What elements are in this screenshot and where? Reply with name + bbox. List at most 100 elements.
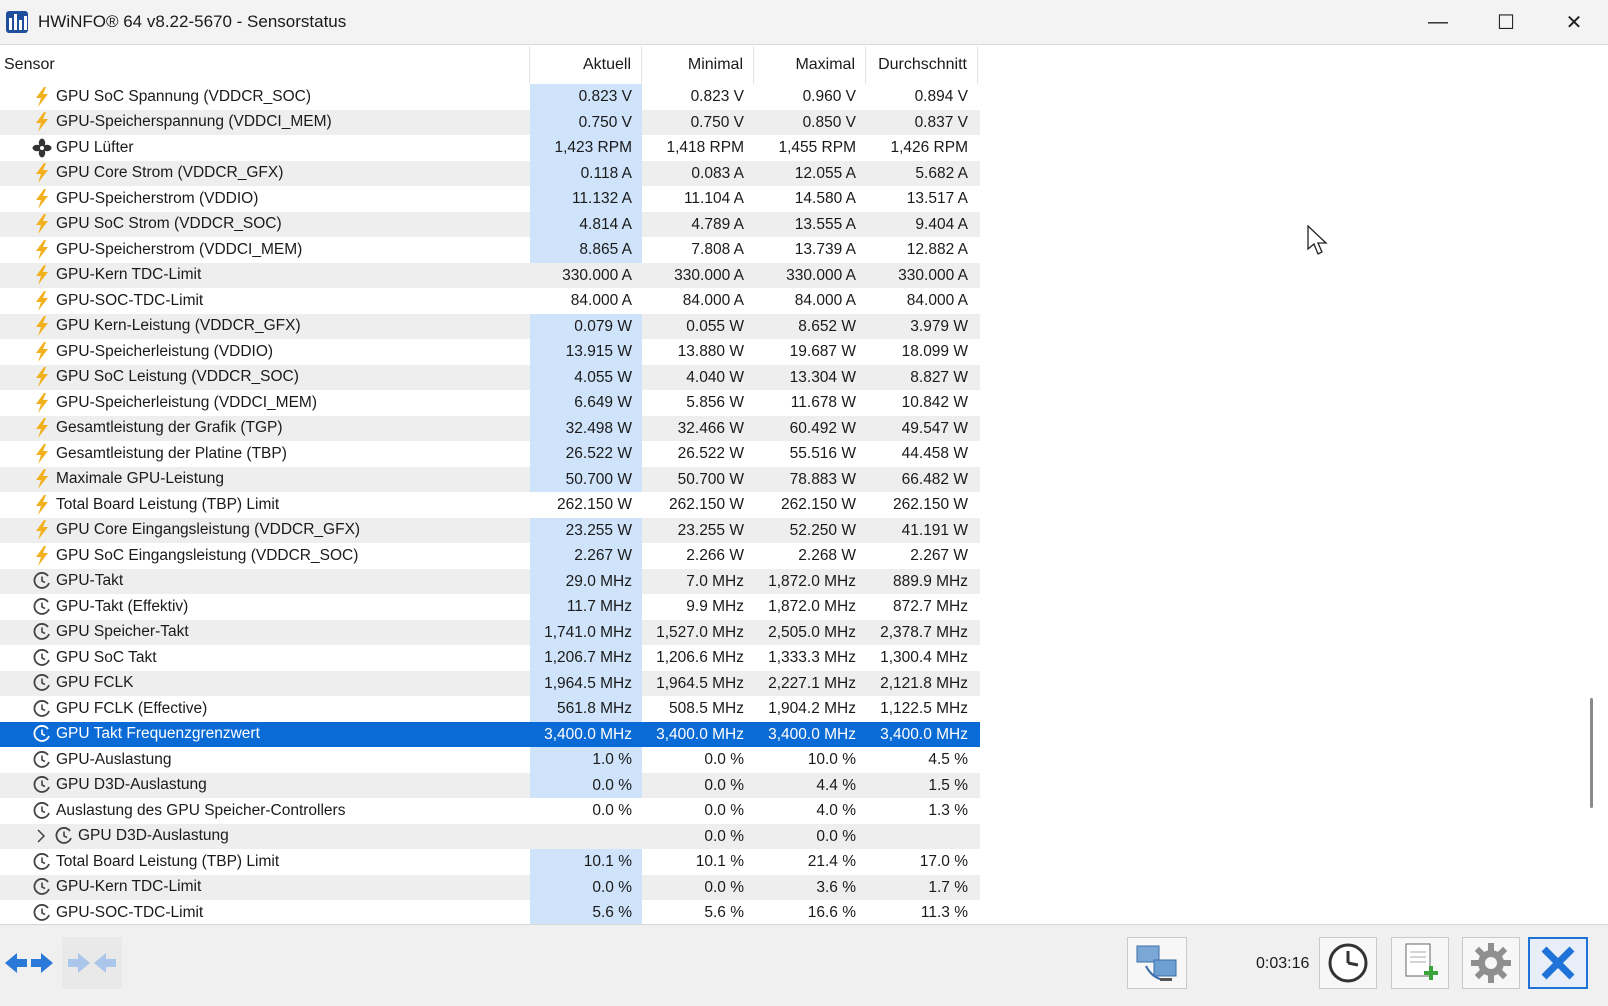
sensor-label: GPU-Takt (Effektiv) — [56, 597, 189, 615]
sensor-table[interactable]: Sensor Aktuell Minimal Maximal Durchschn… — [0, 46, 1576, 924]
minimum-value: 32.466 W — [677, 419, 744, 437]
current-value: 0.823 V — [530, 84, 642, 110]
average-value: 1,426 RPM — [890, 139, 968, 156]
table-row[interactable]: GPU SoC Strom (VDDCR_SOC) 4.814 A 4.789 A 1… — [0, 211, 980, 237]
sensor-label: GPU-SOC-TDC-Limit — [56, 291, 204, 309]
table-row[interactable]: GPU-Auslastung 1.0 % 0.0 % 10.0 % 4.5 % — [0, 747, 980, 773]
table-row[interactable]: GPU SoC Eingangsleistung (VDDCR_SOC) 2.26… — [0, 543, 980, 569]
table-row[interactable]: GPU-Takt (Effektiv) 11.7 MHz 9.9 MHz 1,872.… — [0, 594, 980, 620]
current-value: 0.750 V — [530, 109, 642, 135]
table-row[interactable]: GPU-Kern TDC-Limit 0.0 % 0.0 % 3.6 % 1.7 % — [0, 874, 980, 900]
minimum-value: 11.104 A — [683, 190, 744, 207]
sensor-name-cell: GPU SoC Spannung (VDDCR_SOC) — [0, 86, 530, 107]
sensor-name-cell: GPU-Auslastung — [0, 750, 530, 770]
column-header-minimum[interactable]: Minimal — [642, 46, 754, 84]
current-value: 561.8 MHz — [530, 696, 642, 722]
table-row[interactable]: Gesamtleistung der Grafik (TGP) 32.498 W 3… — [0, 415, 980, 441]
maximum-value: 19.687 W — [789, 343, 856, 360]
sensor-name-cell: GPU-SOC-TDC-Limit — [0, 290, 530, 311]
current-value: 50.700 W — [530, 466, 642, 492]
column-header-maximum[interactable]: Maximal — [754, 46, 866, 84]
current-value: 29.0 MHz — [530, 568, 642, 594]
table-row[interactable]: GPU Speicher-Takt 1,741.0 MHz 1,527.0 MHz 2… — [0, 619, 980, 645]
table-row[interactable]: GPU-Speicherstrom (VDDIO) 11.132 A 11.104 … — [0, 186, 980, 212]
table-row[interactable]: GPU-Speicherstrom (VDDCI_MEM) 8.865 A 7.80… — [0, 237, 980, 263]
minimum-value: 0.0 % — [704, 751, 744, 768]
average-value: 889.9 MHz — [893, 572, 968, 590]
expand-chevron-icon[interactable] — [32, 829, 50, 843]
table-row[interactable]: GPU SoC Leistung (VDDCR_SOC) 4.055 W 4.040… — [0, 364, 980, 390]
current-value: 5.6 % — [530, 900, 642, 924]
table-row[interactable]: GPU Takt Frequenzgrenzwert 3,400.0 MHz 3,4… — [0, 721, 980, 747]
sensor-name-cell: Auslastung des GPU Speicher-Controllers — [0, 801, 530, 821]
table-row[interactable]: GPU-SOC-TDC-Limit 5.6 % 5.6 % 16.6 % 11.3 % — [0, 900, 980, 924]
table-row[interactable]: Total Board Leistung (TBP) Limit 262.150 … — [0, 492, 980, 518]
minimum-value: 2.266 W — [686, 547, 744, 564]
sensor-name-cell: GPU-Kern TDC-Limit — [0, 265, 530, 286]
table-row[interactable]: GPU-Kern TDC-Limit 330.000 A 330.000 A 330.… — [0, 262, 980, 288]
current-value: 84.000 A — [570, 292, 632, 309]
clock-icon — [32, 903, 52, 923]
navigate-arrows-button[interactable] — [2, 937, 56, 989]
gear-icon — [1471, 943, 1511, 983]
scrollbar-thumb[interactable] — [1590, 698, 1593, 808]
table-row[interactable]: GPU D3D-Auslastung 0.0 % 0.0 % — [0, 823, 980, 850]
table-row[interactable]: Maximale GPU-Leistung 50.700 W 50.700 W 78.… — [0, 466, 980, 492]
table-row[interactable]: GPU-Speicherleistung (VDDIO) 13.915 W 13.8… — [0, 339, 980, 365]
average-value: 41.191 W — [901, 521, 968, 539]
table-row[interactable]: Auslastung des GPU Speicher-Controllers 0… — [0, 798, 980, 824]
maximum-value: 13.304 W — [789, 368, 856, 386]
table-row[interactable]: GPU SoC Takt 1,206.7 MHz 1,206.6 MHz 1,333.… — [0, 645, 980, 671]
minimum-value: 262.150 W — [669, 496, 744, 513]
sensor-name-cell: GPU SoC Leistung (VDDCR_SOC) — [0, 367, 530, 388]
table-row[interactable]: GPU SoC Spannung (VDDCR_SOC) 0.823 V 0.823… — [0, 84, 980, 110]
maximize-button[interactable]: ☐ — [1472, 0, 1540, 44]
table-row[interactable]: GPU FCLK (Effective) 561.8 MHz 508.5 MHz 1,… — [0, 696, 980, 722]
average-value: 1.5 % — [928, 776, 968, 794]
minimum-value: 0.0 % — [704, 802, 744, 819]
sensor-name-cell: GPU FCLK (Effective) — [0, 699, 530, 719]
average-value: 0.837 V — [914, 113, 968, 131]
table-row[interactable]: GPU-Speicherleistung (VDDCI_MEM) 6.649 W 5… — [0, 390, 980, 416]
table-row[interactable]: GPU Core Eingangsleistung (VDDCR_GFX) 23.… — [0, 517, 980, 543]
elapsed-timer: 0:03:16 — [1256, 955, 1310, 972]
minimize-button[interactable]: — — [1404, 0, 1472, 44]
table-row[interactable]: GPU-Takt 29.0 MHz 7.0 MHz 1,872.0 MHz 889.9 … — [0, 568, 980, 594]
close-window-button[interactable]: ✕ — [1540, 0, 1608, 44]
sensor-label: GPU D3D-Auslastung — [56, 776, 207, 794]
average-value: 4.5 % — [928, 751, 968, 768]
clock-reset-button[interactable] — [1319, 937, 1377, 989]
table-row[interactable]: GPU Lüfter 1,423 RPM 1,418 RPM 1,455 RPM 1,4… — [0, 135, 980, 161]
network-sensors-button[interactable] — [1127, 937, 1187, 989]
table-row[interactable]: Gesamtleistung der Platine (TBP) 26.522 W… — [0, 441, 980, 467]
table-row[interactable]: GPU Core Strom (VDDCR_GFX) 0.118 A 0.083 A… — [0, 160, 980, 186]
table-row[interactable]: GPU-SOC-TDC-Limit 84.000 A 84.000 A 84.000 … — [0, 288, 980, 314]
table-row[interactable]: GPU-Speicherspannung (VDDCI_MEM) 0.750 V 0… — [0, 109, 980, 135]
lightning-icon — [32, 86, 52, 107]
average-value: 0.894 V — [914, 88, 968, 105]
current-value: 4.055 W — [530, 364, 642, 390]
settings-button[interactable] — [1462, 937, 1520, 989]
vertical-scrollbar[interactable] — [1576, 46, 1608, 924]
sensor-name-cell: GPU SoC Eingangsleistung (VDDCR_SOC) — [0, 545, 530, 566]
logging-button[interactable] — [1391, 937, 1449, 989]
table-header: Sensor Aktuell Minimal Maximal Durchschn… — [0, 46, 980, 84]
current-value — [530, 824, 642, 850]
minimum-value: 1,527.0 MHz — [656, 623, 744, 641]
maximum-value: 1,455 RPM — [778, 139, 856, 156]
collapse-arrows-button[interactable] — [62, 937, 122, 989]
average-value: 1,300.4 MHz — [880, 649, 968, 666]
close-sensors-button[interactable] — [1528, 937, 1588, 989]
table-row[interactable]: Total Board Leistung (TBP) Limit 10.1 % 10… — [0, 849, 980, 875]
lightning-icon — [32, 469, 52, 490]
maximum-value: 14.580 A — [794, 190, 856, 207]
column-header-sensor[interactable]: Sensor — [0, 46, 530, 84]
window-controls: — ☐ ✕ — [1404, 0, 1608, 44]
table-row[interactable]: GPU Kern-Leistung (VDDCR_GFX) 0.079 W 0.05… — [0, 313, 980, 339]
column-header-average[interactable]: Durchschnitt — [866, 46, 978, 84]
column-header-current[interactable]: Aktuell — [530, 46, 642, 84]
average-value: 3.979 W — [910, 317, 968, 335]
table-row[interactable]: GPU D3D-Auslastung 0.0 % 0.0 % 4.4 % 1.5 % — [0, 772, 980, 798]
current-value: 0.0 % — [530, 772, 642, 798]
table-row[interactable]: GPU FCLK 1,964.5 MHz 1,964.5 MHz 2,227.1 MH… — [0, 670, 980, 696]
